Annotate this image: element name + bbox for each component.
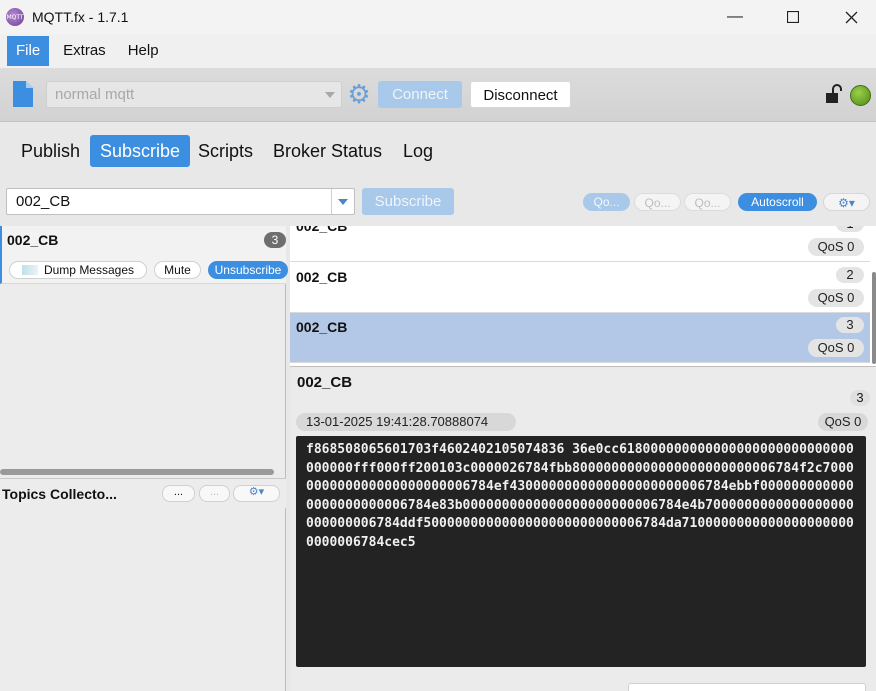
message-qos: QoS 0 [808,238,864,256]
topics-collector-bar: Topics Collecto... ... ... ⚙▾ [0,478,286,508]
collector-scan-button[interactable]: ... [162,485,195,502]
settings-gear-icon[interactable]: ⚙▾ [823,193,870,211]
autoscroll-button[interactable]: Autoscroll [738,193,817,211]
message-detail: 002_CB 3 13-01-2025 19:41:28.70888074 Qo… [290,366,876,691]
detail-topic: 002_CB [297,374,353,391]
menu-bar: File Extras Help [0,34,876,68]
edit-profile-icon[interactable] [11,80,35,108]
chevron-down-icon [325,92,335,98]
profile-select[interactable]: normal mqtt [46,81,342,108]
message-topic: 002_CB [296,226,348,234]
minimize-icon[interactable]: — [706,0,764,34]
tab-log[interactable]: Log [393,135,443,167]
detail-timestamp: 13-01-2025 19:41:28.70888074 [296,413,516,431]
dump-icon [21,265,38,275]
main-tabs: Publish Subscribe Scripts Broker Status … [0,123,876,183]
message-topic: 002_CB [296,269,348,285]
payload-decoder-select[interactable] [628,683,866,691]
menu-extras[interactable]: Extras [55,36,114,66]
unlock-icon [826,84,842,103]
maximize-icon[interactable] [764,0,822,34]
dump-messages-button[interactable]: Dump Messages [9,261,147,279]
qos2-button[interactable]: Qo... [684,193,731,211]
topics-collector-label: Topics Collecto... [2,486,117,502]
disconnect-button[interactable]: Disconnect [470,81,571,108]
connection-toolbar: normal mqtt ⚙ Connect Disconnect [0,68,876,122]
detail-qos: QoS 0 [818,413,868,431]
message-number: 1 [836,226,864,232]
message-qos: QoS 0 [808,289,864,307]
collector-stop-button[interactable]: ... [199,485,230,502]
collector-settings-icon[interactable]: ⚙▾ [233,485,280,502]
message-number: 3 [836,317,864,333]
tab-publish[interactable]: Publish [11,135,90,167]
list-item[interactable]: 002_CB 3 QoS 0 [290,313,870,363]
message-qos: QoS 0 [808,339,864,357]
chevron-down-icon[interactable] [338,199,348,205]
mute-button[interactable]: Mute [154,261,201,279]
tab-scripts[interactable]: Scripts [188,135,263,167]
list-item[interactable]: 002_CB 1 QoS 0 [290,226,870,262]
menu-help[interactable]: Help [120,36,167,66]
app-logo-icon: MQTT [6,8,24,26]
tab-subscribe[interactable]: Subscribe [90,135,191,167]
subscription-item[interactable]: 002_CB 3 Dump Messages Mute Unsubscribe [0,226,288,284]
message-count-badge: 3 [264,232,286,248]
title-bar: MQTT MQTT.fx - 1.7.1 — [0,0,876,34]
connect-button[interactable]: Connect [378,81,462,108]
qos1-button[interactable]: Qo... [634,193,681,211]
message-list: 002_CB 1 QoS 0 002_CB 2 QoS 0 002_CB 3 Q… [290,226,876,366]
vertical-scrollbar[interactable] [872,272,876,364]
message-number: 2 [836,267,864,283]
subscribe-button[interactable]: Subscribe [362,188,454,215]
unsubscribe-button[interactable]: Unsubscribe [208,261,288,279]
qos0-button[interactable]: Qo... [583,193,630,211]
topic-input[interactable]: 002_CB [6,188,355,215]
payload-text[interactable]: f868508065601703f4602402105074836 36e0cc… [296,436,866,667]
connection-status-icon [850,85,871,106]
gear-icon[interactable]: ⚙ [346,81,372,107]
list-item[interactable]: 002_CB 2 QoS 0 [290,263,870,313]
tab-broker-status[interactable]: Broker Status [263,135,392,167]
menu-file[interactable]: File [7,36,50,66]
detail-number: 3 [850,390,870,406]
message-topic: 002_CB [296,319,348,335]
subscriptions-panel: 002_CB 3 Dump Messages Mute Unsubscribe … [0,226,288,691]
horizontal-scrollbar[interactable] [0,469,274,475]
window-title: MQTT.fx - 1.7.1 [32,9,129,25]
close-icon[interactable] [822,0,876,34]
subscription-topic: 002_CB [7,232,59,248]
